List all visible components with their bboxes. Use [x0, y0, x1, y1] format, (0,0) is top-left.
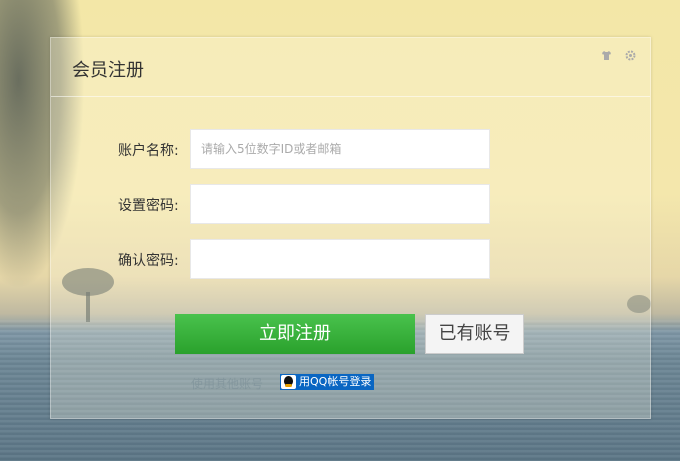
have-account-button[interactable]: 已有账号	[425, 314, 524, 354]
shirt-icon[interactable]	[601, 50, 612, 64]
qq-login-button[interactable]: 用QQ帐号登录	[280, 374, 375, 390]
password-label: 设置密码:	[118, 198, 179, 214]
confirm-password-label: 确认密码:	[118, 253, 179, 269]
account-row: 账户名称:	[51, 129, 650, 169]
register-panel: 会员注册 账户名称: 设置密码: 确认密码: 立即注册 已有账号 使用其他账号 …	[50, 37, 651, 419]
qq-login-label: 用QQ帐号登录	[299, 375, 372, 388]
other-login-text: 使用其他账号	[191, 377, 264, 391]
password-input[interactable]	[190, 184, 490, 224]
confirm-password-input[interactable]	[190, 239, 490, 279]
register-button[interactable]: 立即注册	[175, 314, 415, 354]
gear-icon[interactable]	[625, 50, 636, 64]
qq-icon	[281, 375, 296, 389]
panel-header: 会员注册	[51, 38, 650, 97]
panel-title: 会员注册	[72, 60, 144, 81]
password-row: 设置密码:	[51, 184, 650, 224]
confirm-password-row: 确认密码:	[51, 239, 650, 279]
account-label: 账户名称:	[118, 143, 179, 159]
account-input[interactable]	[190, 129, 490, 169]
